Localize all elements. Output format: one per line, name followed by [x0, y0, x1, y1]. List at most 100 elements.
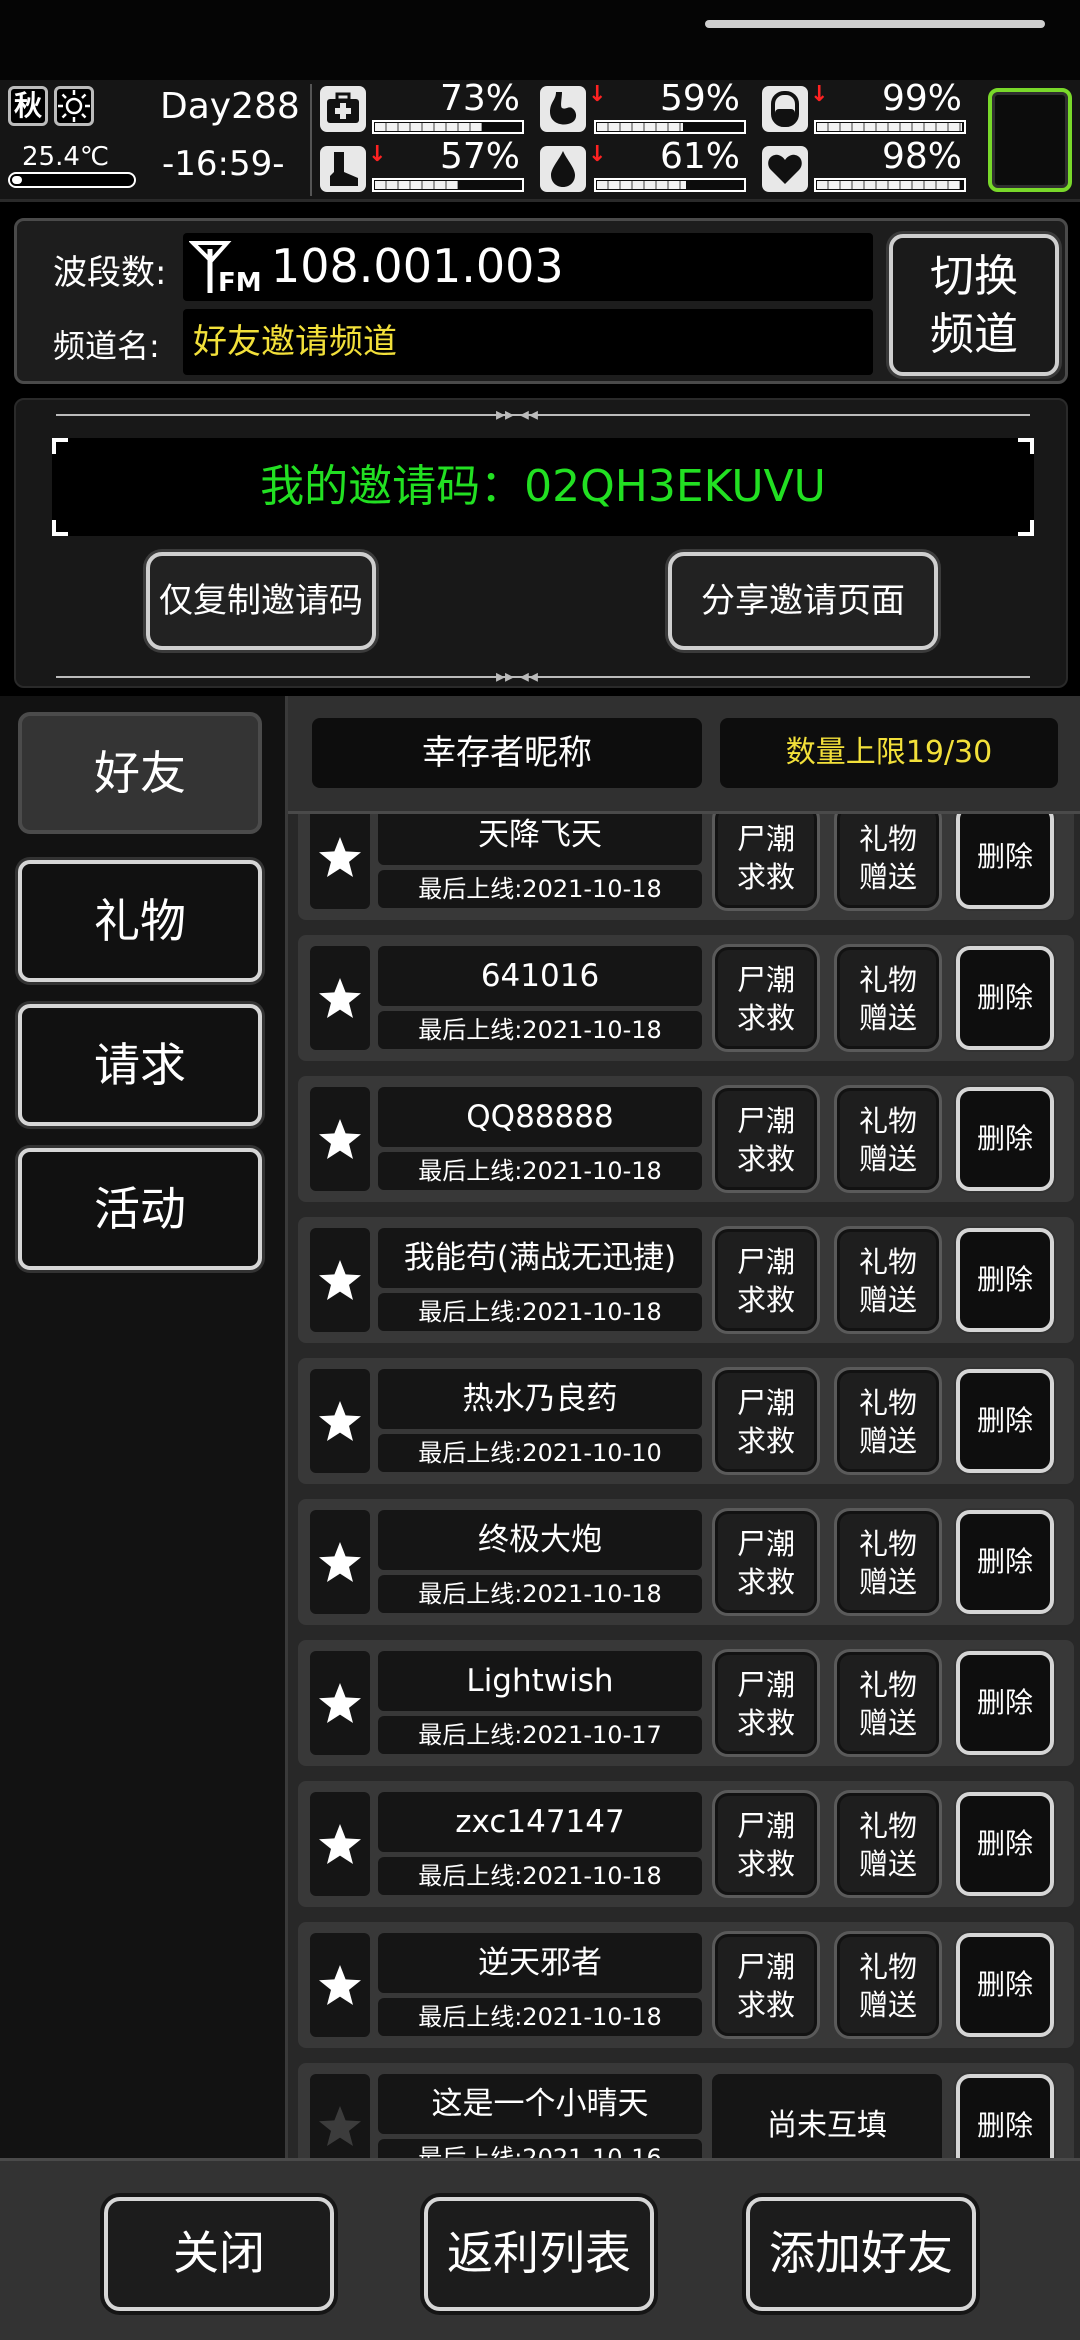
column-survivor-name: 幸存者昵称 — [312, 718, 702, 788]
rescue-label-2: 求救 — [736, 1424, 795, 1458]
send-gift-button[interactable]: 礼物 赠送 — [834, 1790, 942, 1898]
spirit-percent: 98% — [881, 136, 962, 177]
switch-channel-button[interactable]: 切换 频道 — [889, 234, 1059, 376]
delete-friend-button[interactable]: 删除 — [956, 1651, 1054, 1755]
friend-name: Lightwish — [378, 1651, 702, 1711]
send-gift-button[interactable]: 礼物 赠送 — [834, 1226, 942, 1334]
switch-channel-label-1: 切换 — [930, 251, 1018, 302]
gift-label-1: 礼物 — [858, 1386, 917, 1420]
delete-friend-button[interactable]: 删除 — [956, 1228, 1054, 1332]
zombie-tide-rescue-button[interactable]: 尸潮 求救 — [712, 944, 820, 1052]
rescue-label-2: 求救 — [736, 1142, 795, 1176]
tab-requests[interactable]: 请求 — [18, 1004, 262, 1126]
friend-row: zxc147147 最后上线:2021-10-18 尸潮 求救 礼物 赠送 删除 — [298, 1781, 1074, 1907]
tab-events[interactable]: 活动 — [18, 1148, 262, 1270]
band-field: FM 108.001.003 — [183, 233, 873, 301]
zombie-tide-rescue-button[interactable]: 尸潮 求救 — [712, 1649, 820, 1757]
friend-row: QQ88888 最后上线:2021-10-18 尸潮 求救 礼物 赠送 删除 — [298, 1076, 1074, 1202]
stamina-percent: 57% — [439, 136, 520, 177]
rescue-label-2: 求救 — [736, 1988, 795, 2022]
band-value: 108.001.003 — [271, 239, 564, 293]
medkit-icon — [320, 86, 366, 132]
friend-row: 641016 最后上线:2021-10-18 尸潮 求救 礼物 赠送 删除 — [298, 935, 1074, 1061]
gift-label-1: 礼物 — [858, 1668, 917, 1702]
status-divider — [310, 84, 312, 196]
delete-friend-button[interactable]: 删除 — [956, 1087, 1054, 1191]
send-gift-button[interactable]: 礼物 赠送 — [834, 1649, 942, 1757]
gift-label-1: 礼物 — [858, 1809, 917, 1843]
sun-icon — [54, 86, 94, 126]
friend-name: 我能苟(满战无迅捷) — [378, 1228, 702, 1288]
water-drop-icon — [540, 146, 586, 192]
zombie-tide-rescue-button[interactable]: 尸潮 求救 — [712, 1226, 820, 1334]
gift-label-1: 礼物 — [858, 1527, 917, 1561]
delete-friend-button[interactable]: 删除 — [956, 805, 1054, 909]
favorite-star-icon[interactable] — [310, 1369, 370, 1473]
friend-last-online: 最后上线:2021-10-18 — [378, 870, 702, 908]
zombie-tide-rescue-button[interactable]: 尸潮 求救 — [712, 1790, 820, 1898]
friend-last-online: 最后上线:2021-10-18 — [378, 1011, 702, 1049]
favorite-star-icon[interactable] — [310, 1510, 370, 1614]
rescue-label-2: 求救 — [736, 1706, 795, 1740]
rescue-label-1: 尸潮 — [736, 1104, 795, 1138]
decor-line-bottom — [56, 676, 1030, 678]
tab-friends[interactable]: 好友 — [18, 712, 262, 834]
rescue-label-1: 尸潮 — [736, 1668, 795, 1702]
friend-row: 我能苟(满战无迅捷) 最后上线:2021-10-18 尸潮 求救 礼物 赠送 删除 — [298, 1217, 1074, 1343]
delete-friend-button[interactable]: 删除 — [956, 1510, 1054, 1614]
zombie-tide-rescue-button[interactable]: 尸潮 求救 — [712, 803, 820, 911]
share-invite-page-button[interactable]: 分享邀请页面 — [668, 552, 938, 650]
zombie-tide-rescue-button[interactable]: 尸潮 求救 — [712, 1931, 820, 2039]
gift-label-1: 礼物 — [858, 1245, 917, 1279]
delete-friend-button[interactable]: 删除 — [956, 1933, 1054, 2037]
send-gift-button[interactable]: 礼物 赠送 — [834, 1931, 942, 2039]
favorite-star-icon[interactable] — [310, 1651, 370, 1755]
close-button[interactable]: 关闭 — [104, 2197, 334, 2311]
rescue-label-2: 求救 — [736, 1847, 795, 1881]
gift-label-1: 礼物 — [858, 1104, 917, 1138]
send-gift-button[interactable]: 礼物 赠送 — [834, 803, 942, 911]
friend-name: zxc147147 — [378, 1792, 702, 1852]
friend-name: 641016 — [378, 946, 702, 1006]
send-gift-button[interactable]: 礼物 赠送 — [834, 1085, 942, 1193]
send-gift-button[interactable]: 礼物 赠送 — [834, 1367, 942, 1475]
favorite-star-icon[interactable] — [310, 1228, 370, 1332]
delete-friend-button[interactable]: 删除 — [956, 1369, 1054, 1473]
friend-name: 逆天邪者 — [378, 1933, 702, 1993]
friend-name: 这是一个小晴天 — [378, 2074, 702, 2134]
zombie-tide-rescue-button[interactable]: 尸潮 求救 — [712, 1508, 820, 1616]
favorite-star-icon[interactable] — [310, 1087, 370, 1191]
status-bar: 秋 25.4℃ Day288 -16:59- 73% ↓ 59% ↓ 99% ↓… — [0, 78, 1080, 202]
gift-label-2: 赠送 — [858, 1424, 917, 1458]
delete-friend-button[interactable]: 删除 — [956, 2074, 1054, 2158]
rescue-label-1: 尸潮 — [736, 963, 795, 997]
hunger-bar — [594, 120, 746, 134]
tab-gifts[interactable]: 礼物 — [18, 860, 262, 982]
send-gift-button[interactable]: 礼物 赠送 — [834, 944, 942, 1052]
gift-label-2: 赠送 — [858, 1283, 917, 1317]
add-friend-button[interactable]: 添加好友 — [746, 2197, 976, 2311]
gift-label-1: 礼物 — [858, 1950, 917, 1984]
rescue-label-1: 尸潮 — [736, 822, 795, 856]
delete-friend-button[interactable]: 删除 — [956, 946, 1054, 1050]
favorite-star-icon[interactable] — [310, 805, 370, 909]
favorite-star-icon[interactable] — [310, 2074, 370, 2158]
stamina-bar — [372, 178, 524, 192]
friend-name: 终极大炮 — [378, 1510, 702, 1570]
friend-row: 终极大炮最后上线:2021-10-18 尸潮 求救 礼物 赠送 删除 — [298, 1499, 1074, 1625]
rescue-label-1: 尸潮 — [736, 1386, 795, 1420]
favorite-star-icon[interactable] — [310, 1792, 370, 1896]
zombie-tide-rescue-button[interactable]: 尸潮 求救 — [712, 1085, 820, 1193]
gift-label-2: 赠送 — [858, 1988, 917, 2022]
favorite-star-icon[interactable] — [310, 946, 370, 1050]
friend-last-online: 最后上线:2021-10-18 — [378, 1575, 702, 1613]
equipment-slot[interactable] — [988, 88, 1072, 192]
copy-invite-code-button[interactable]: 仅复制邀请码 — [146, 552, 376, 650]
gift-label-2: 赠送 — [858, 1847, 917, 1881]
gift-label-2: 赠送 — [858, 1706, 917, 1740]
zombie-tide-rescue-button[interactable]: 尸潮 求救 — [712, 1367, 820, 1475]
send-gift-button[interactable]: 礼物 赠送 — [834, 1508, 942, 1616]
favorite-star-icon[interactable] — [310, 1933, 370, 2037]
delete-friend-button[interactable]: 删除 — [956, 1792, 1054, 1896]
rebate-list-button[interactable]: 返利列表 — [424, 2197, 654, 2311]
